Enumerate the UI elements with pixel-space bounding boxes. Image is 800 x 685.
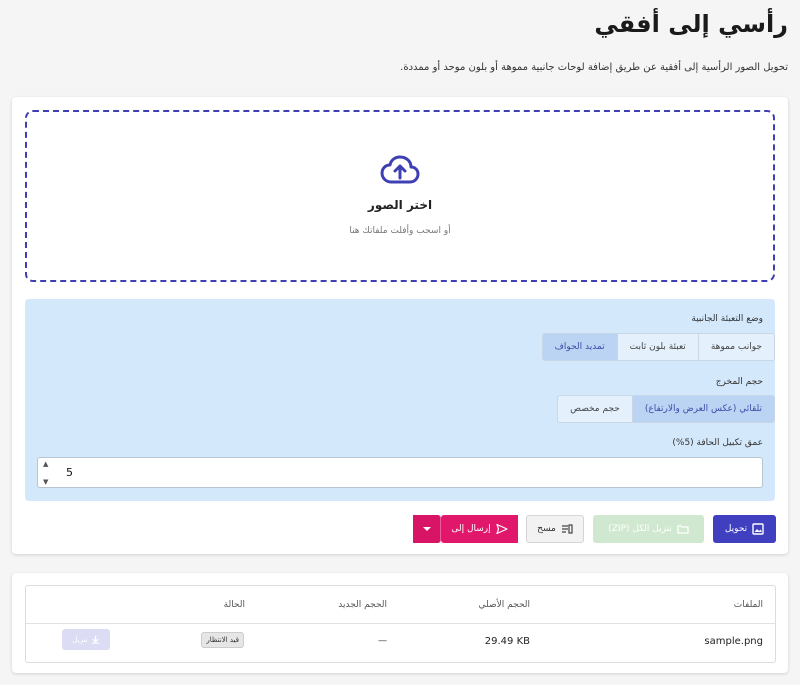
edge-depth-value: 5 xyxy=(66,466,73,479)
edge-depth-label: عمق تكبيل الحافة (5%) xyxy=(672,438,763,448)
file-new-size: — xyxy=(378,636,387,646)
fill-mode-toggle-group: جوانب مموهة تعبئة بلون ثابت تمديد الحواف xyxy=(541,333,775,361)
output-size-label: حجم المخرج xyxy=(715,377,763,387)
download-all-button[interactable]: تنزيل الكل (ZIP) xyxy=(593,515,704,543)
clear-label: مسح xyxy=(537,524,556,534)
edge-depth-input[interactable]: ▲ ▼ 5 xyxy=(37,457,763,488)
file-name: sample.png xyxy=(704,636,763,647)
convert-button[interactable]: تحويل xyxy=(713,515,776,543)
row-download-button[interactable]: تنزيل xyxy=(62,629,110,650)
table-divider xyxy=(26,623,775,624)
clear-button[interactable]: مسح xyxy=(526,515,584,543)
cloud-upload-icon xyxy=(380,155,420,184)
chevron-down-icon[interactable]: ▼ xyxy=(43,479,53,486)
chevron-up-icon[interactable]: ▲ xyxy=(43,461,53,468)
output-size-toggle-group: تلقائي (عكس العرض والارتفاع) حجم مخصص xyxy=(557,395,775,423)
send-to-button[interactable]: إرسال إلى xyxy=(441,515,518,543)
files-card: الملفات الحجم الأصلي الحجم الجديد الحالة… xyxy=(12,573,788,673)
send-to-dropdown-button[interactable] xyxy=(413,515,441,543)
image-icon xyxy=(752,523,764,535)
files-table: الملفات الحجم الأصلي الحجم الجديد الحالة… xyxy=(25,585,776,663)
clear-list-icon xyxy=(561,524,573,534)
fill-mode-label: وضع التعبئة الجانبية xyxy=(691,314,763,324)
options-panel: وضع التعبئة الجانبية جوانب مموهة تعبئة ب… xyxy=(25,299,775,501)
row-download-label: تنزيل xyxy=(72,635,88,644)
convert-label: تحويل xyxy=(724,524,748,534)
header-new-size: الحجم الجديد xyxy=(338,600,387,610)
download-icon xyxy=(91,635,99,644)
header-status: الحالة xyxy=(223,600,245,610)
caret-down-icon xyxy=(422,527,431,531)
status-badge: قيد الانتظار xyxy=(201,632,244,648)
send-to-label: إرسال إلى xyxy=(451,524,491,534)
dropzone-hint: أو اسحب وأفلت ملفاتك هنا xyxy=(349,226,451,236)
output-size-custom[interactable]: حجم مخصص xyxy=(558,396,632,422)
header-original-size: الحجم الأصلي xyxy=(478,600,530,610)
header-name: الملفات xyxy=(733,600,763,610)
download-all-label: تنزيل الكل (ZIP) xyxy=(608,524,672,534)
fill-mode-blur[interactable]: جوانب مموهة xyxy=(697,334,774,360)
page-title: رأسي إلى أفقي xyxy=(594,10,788,38)
converter-card: اختر الصور أو اسحب وأفلت ملفاتك هنا وضع … xyxy=(12,97,788,554)
page-description: تحويل الصور الرأسية إلى أفقية عن طريق إض… xyxy=(400,62,788,73)
send-icon xyxy=(496,523,508,535)
fill-mode-stretch[interactable]: تمديد الحواف xyxy=(542,334,617,360)
dropzone-title: اختر الصور xyxy=(367,198,433,212)
file-original-size: 29.49 KB xyxy=(484,636,530,647)
folder-zip-icon xyxy=(677,525,689,534)
output-size-auto[interactable]: تلقائي (عكس العرض والارتفاع) xyxy=(631,396,774,422)
fill-mode-solid[interactable]: تعبئة بلون ثابت xyxy=(616,334,698,360)
file-dropzone[interactable]: اختر الصور أو اسحب وأفلت ملفاتك هنا xyxy=(25,110,775,282)
number-stepper[interactable]: ▲ ▼ xyxy=(43,461,53,486)
